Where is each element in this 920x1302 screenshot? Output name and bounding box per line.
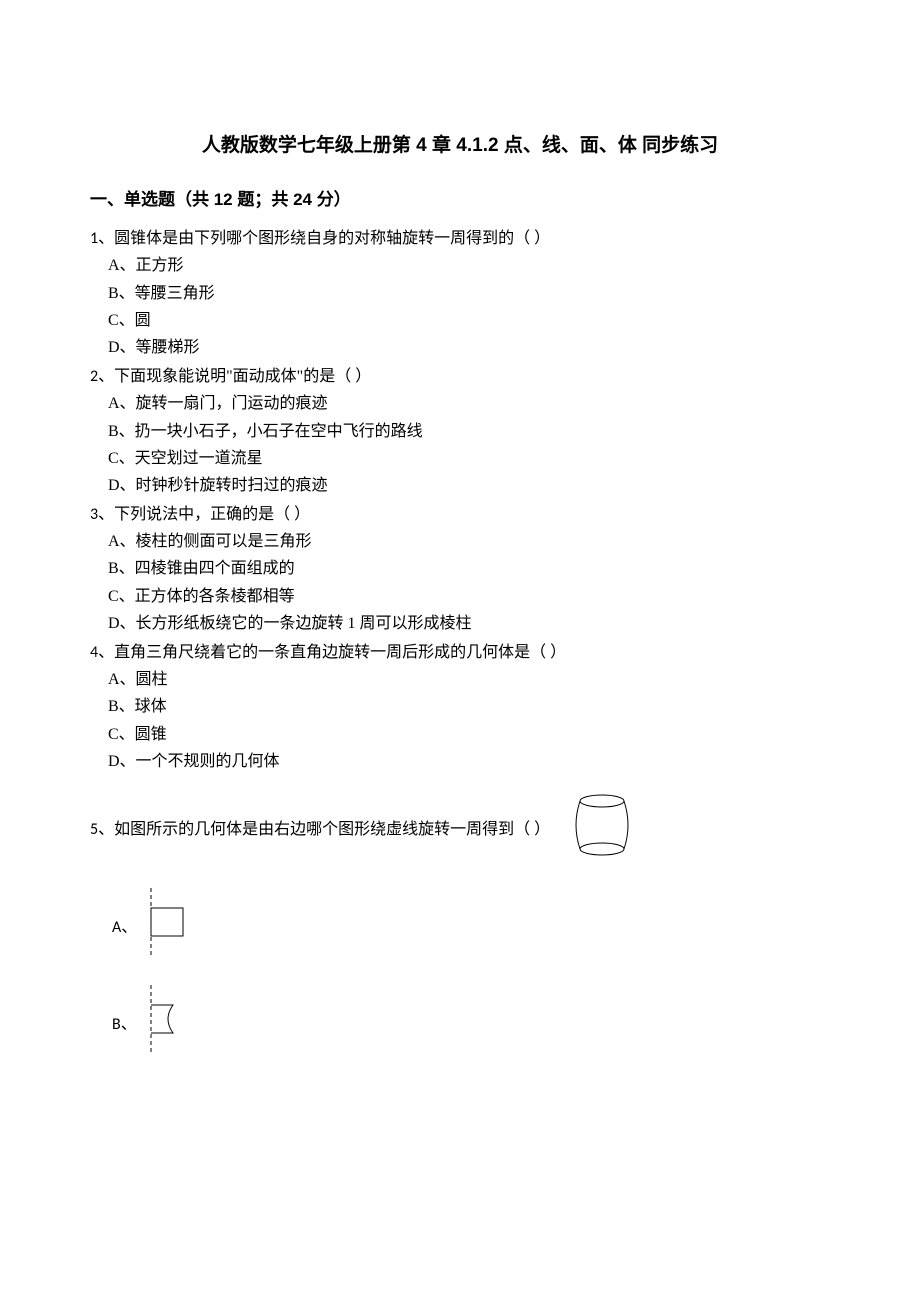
concave-rotation-icon — [143, 985, 195, 1064]
q3-opt-d: D、长方形纸板绕它的一条边旋转 1 周可以形成棱柱 — [108, 610, 830, 637]
q1-opt-d: D、等腰梯形 — [108, 334, 830, 361]
question-3: 3、下列说法中，正确的是（ ） A、棱柱的侧面可以是三角形 B、四棱锥由四个面组… — [90, 501, 830, 637]
question-4: 4、直角三角尺绕着它的一条直角边旋转一周后形成的几何体是（ ） A、圆柱 B、球… — [90, 639, 830, 775]
q1-opt-b: B、等腰三角形 — [108, 280, 830, 307]
q1-num: 1、 — [90, 229, 114, 248]
q4-text: 直角三角尺绕着它的一条直角边旋转一周后形成的几何体是（ ） — [114, 644, 566, 661]
q3-opt-c: C、正方体的各条棱都相等 — [108, 583, 830, 610]
q5-text: 如图所示的几何体是由右边哪个图形绕虚线旋转一周得到（ ） — [114, 821, 550, 838]
q2-opt-b: B、扔一块小石子，小石子在空中飞行的路线 — [108, 418, 830, 445]
q5-option-b: B、 — [90, 985, 830, 1064]
q2-opt-c: C、天空划过一道流星 — [108, 445, 830, 472]
q1-opt-c: C、圆 — [108, 307, 830, 334]
q4-num: 4、 — [90, 643, 114, 662]
section-heading: 一、单选题（共 12 题；共 24 分） — [90, 186, 830, 215]
q5-opt-a-label: A、 — [112, 914, 137, 941]
question-2: 2、下面现象能说明"面动成体"的是（ ） A、旋转一扇门，门运动的痕迹 B、扔一… — [90, 363, 830, 499]
q3-text: 下列说法中，正确的是（ ） — [114, 506, 310, 523]
page-title: 人教版数学七年级上册第 4 章 4.1.2 点、线、面、体 同步练习 — [90, 130, 830, 162]
q3-opt-a: A、棱柱的侧面可以是三角形 — [108, 528, 830, 555]
q5-opt-b-label: B、 — [112, 1011, 137, 1038]
q4-opt-c: C、圆锥 — [108, 721, 830, 748]
q5-num: 5、 — [90, 820, 114, 839]
q3-num: 3、 — [90, 505, 114, 524]
q3-opt-b: B、四棱锥由四个面组成的 — [108, 555, 830, 582]
q1-opt-a: A、正方形 — [108, 252, 830, 279]
barrel-solid-icon — [574, 793, 630, 866]
q5-option-a: A、 — [90, 888, 830, 967]
q4-opt-a: A、圆柱 — [108, 666, 830, 693]
rectangle-rotation-icon — [143, 888, 195, 967]
q1-text: 圆锥体是由下列哪个图形绕自身的对称轴旋转一周得到的（ ） — [114, 230, 550, 247]
q2-text: 下面现象能说明"面动成体"的是（ ） — [114, 368, 371, 385]
q2-opt-a: A、旋转一扇门，门运动的痕迹 — [108, 390, 830, 417]
question-5: 5、如图所示的几何体是由右边哪个图形绕虚线旋转一周得到（ ） — [90, 793, 830, 866]
question-1: 1、圆锥体是由下列哪个图形绕自身的对称轴旋转一周得到的（ ） A、正方形 B、等… — [90, 225, 830, 361]
q4-opt-b: B、球体 — [108, 693, 830, 720]
q2-opt-d: D、时钟秒针旋转时扫过的痕迹 — [108, 472, 830, 499]
q2-num: 2、 — [90, 367, 114, 386]
q4-opt-d: D、一个不规则的几何体 — [108, 748, 830, 775]
